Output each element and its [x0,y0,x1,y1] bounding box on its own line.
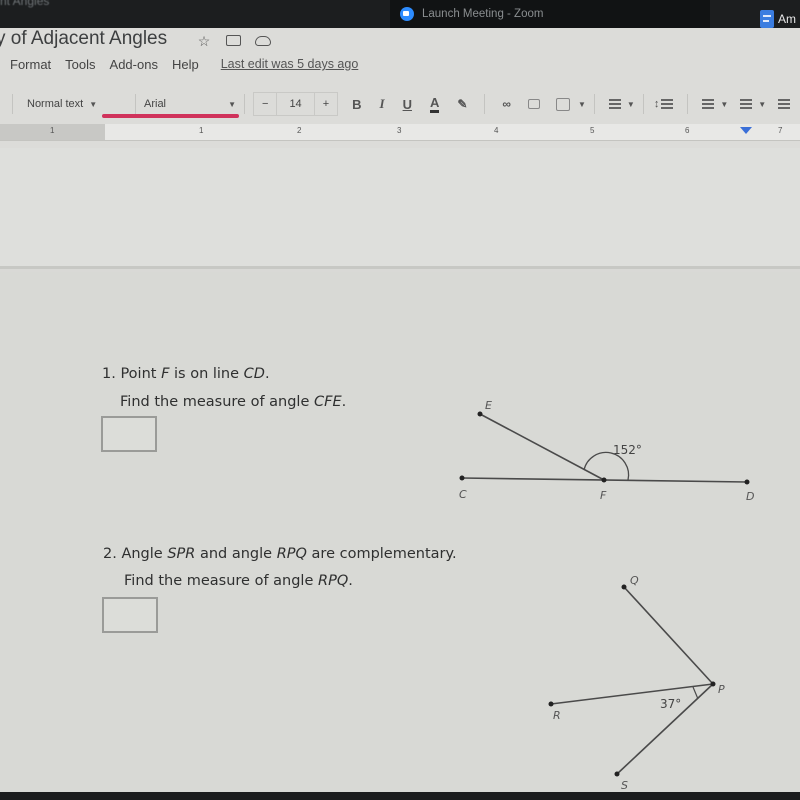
diagram-1: E C F D 152° [459,399,754,503]
geometry-diagrams: E C F D 152° Q P R S 37° [459,399,754,792]
angle-mark-37 [692,686,699,700]
point-s [614,771,620,777]
point-p [710,681,716,687]
point-f [601,477,607,483]
label-c: C [459,488,467,501]
point-q [621,584,627,590]
point-c [459,475,465,481]
label-s: S [621,779,628,792]
label-e: E [485,399,492,412]
label-p: P [718,683,725,696]
diagram-2: Q P R S 37° [548,574,725,792]
point-e [477,411,483,417]
angle-label-152: 152° [613,443,642,457]
angle-label-37: 37° [660,697,681,711]
label-f: F [600,489,607,502]
ray-fe [479,413,605,481]
point-d [744,479,750,485]
label-q: Q [630,574,639,587]
label-r: R [553,709,561,722]
os-taskbar [0,792,800,800]
label-d: D [746,490,754,503]
point-r [548,701,554,707]
ray-pq [623,586,714,685]
ray-pr [550,683,714,705]
